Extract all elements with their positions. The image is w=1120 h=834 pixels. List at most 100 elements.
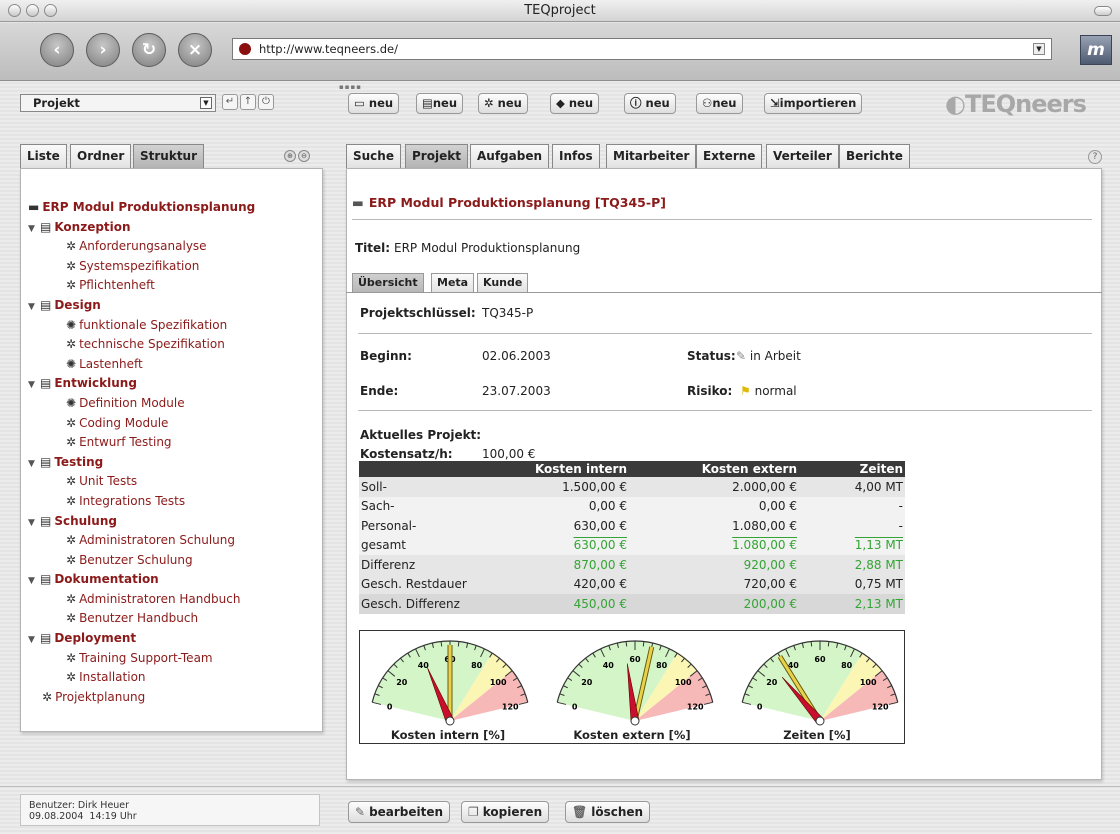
tree-item[interactable]: ▬ ERP Modul Produktionsplanung xyxy=(28,198,318,218)
tree-item-label: Coding Module xyxy=(79,415,169,430)
up-arrow-icon[interactable]: ↑ xyxy=(240,94,256,110)
diamond-icon: ◆ xyxy=(556,96,565,110)
new-task-button[interactable]: ✲ neu xyxy=(478,93,528,114)
tree-item[interactable]: ✲ Benutzer Handbuch xyxy=(28,609,318,629)
table-cell: 2,88 MT xyxy=(799,555,905,575)
collapse-all-icon[interactable]: ⊖ xyxy=(298,150,310,162)
address-bar[interactable]: http://www.teqneers.de/ ▼ xyxy=(232,38,1052,60)
table-cell: Differenz xyxy=(359,555,479,575)
new-folder-button[interactable]: ▭ neu xyxy=(348,93,400,114)
project-heading: ▬ ERP Modul Produktionsplanung [TQ345-P] xyxy=(352,195,666,210)
new-person-button[interactable]: ⚇neu xyxy=(696,93,743,114)
tab-liste[interactable]: Liste xyxy=(20,144,67,168)
tree-item[interactable]: ▼ ▤ Konzeption xyxy=(28,218,318,238)
tab-verteiler[interactable]: Verteiler xyxy=(766,144,839,168)
new-milestone-button[interactable]: ◆ neu xyxy=(550,93,600,114)
disclosure-triangle-icon[interactable]: ▼ xyxy=(28,572,40,592)
zoom-window-icon[interactable] xyxy=(44,4,57,17)
tree-item[interactable]: ✺ Lastenheft xyxy=(28,355,318,375)
tree-item[interactable]: ▼ ▤ Deployment xyxy=(28,629,318,649)
tree-item[interactable]: ✲ Entwurf Testing xyxy=(28,433,318,453)
gauge-tick-label: 100 xyxy=(860,678,877,687)
status-label: Status: xyxy=(687,349,736,363)
tree-item[interactable]: ✲ Benutzer Schulung xyxy=(28,551,318,571)
tab-mitarbeiter[interactable]: Mitarbeiter xyxy=(606,144,697,168)
tree-item[interactable]: ✺ funktionale Spezifikation xyxy=(28,316,318,336)
import-label: importieren xyxy=(779,96,857,110)
tree-item[interactable]: ✲ Integrations Tests xyxy=(28,492,318,512)
disclosure-triangle-icon[interactable]: ▼ xyxy=(28,455,40,475)
tree-item[interactable]: ✲ technische Spezifikation xyxy=(28,335,318,355)
gears-icon: ✺ xyxy=(66,395,77,410)
tree-item[interactable]: ✲ Administratoren Handbuch xyxy=(28,590,318,610)
tree-item[interactable]: ✲ Unit Tests xyxy=(28,472,318,492)
gauge-hub xyxy=(815,716,825,726)
tab-suche[interactable]: Suche xyxy=(346,144,401,168)
tree-item[interactable]: ✲ Systemspezifikation xyxy=(28,257,318,277)
tree-item[interactable]: ✲ Coding Module xyxy=(28,414,318,434)
copy-button[interactable]: ❐ kopieren xyxy=(461,801,550,823)
tree-item[interactable]: ▼ ▤ Schulung xyxy=(28,512,318,532)
document-icon: ▤ xyxy=(40,631,52,646)
tab-struktur[interactable]: Struktur xyxy=(133,144,205,168)
toolbar-toggle-icon[interactable] xyxy=(1094,6,1112,16)
minimize-window-icon[interactable] xyxy=(26,4,39,17)
tab-infos[interactable]: Infos xyxy=(552,144,600,168)
table-cell: Gesch. Restdauer xyxy=(359,574,479,594)
edit-button[interactable]: ✎ bearbeiten xyxy=(348,801,451,823)
ende-value: 23.07.2003 xyxy=(482,384,551,398)
tree-item[interactable]: ✲ Administratoren Schulung xyxy=(28,531,318,551)
reload-icon[interactable]: ↻ xyxy=(132,33,166,67)
return-icon[interactable]: ↵ xyxy=(222,94,238,110)
delete-button[interactable]: 🗑 löschen xyxy=(565,801,651,823)
gears-icon: ✺ xyxy=(66,317,77,332)
tab-aufgaben[interactable]: Aufgaben xyxy=(470,144,550,168)
forward-icon[interactable]: › xyxy=(86,33,120,67)
gauge-tick xyxy=(810,641,813,647)
tree-item[interactable]: ▼ ▤ Dokumentation xyxy=(28,570,318,590)
gear-icon: ✲ xyxy=(66,239,77,254)
cell-value: 4,00 MT xyxy=(854,479,903,494)
gauge-hub xyxy=(630,716,640,726)
disclosure-triangle-icon[interactable]: ▼ xyxy=(28,514,40,534)
disclosure-triangle-icon[interactable]: ▼ xyxy=(28,376,40,396)
tree-item-label: Schulung xyxy=(54,513,117,528)
table-cell: 2.000,00 € xyxy=(629,477,799,497)
subtab-meta[interactable]: Meta xyxy=(431,273,475,292)
tab-projekt[interactable]: Projekt xyxy=(405,144,468,168)
subtab-kunde[interactable]: Kunde xyxy=(477,273,529,292)
disclosure-triangle-icon[interactable]: ▼ xyxy=(28,220,40,240)
url-dropdown-icon[interactable]: ▼ xyxy=(1033,43,1045,55)
tree-item[interactable]: ▼ ▤ Entwicklung xyxy=(28,374,318,394)
tree-item[interactable]: ▼ ▤ Design xyxy=(28,296,318,316)
toolbar-grip-icon[interactable]: ▪▪▪▪ xyxy=(339,83,362,91)
tree-item[interactable]: ✲ Installation xyxy=(28,668,318,688)
tree-item[interactable]: ✲ Anforderungsanalyse xyxy=(28,237,318,257)
tree-item[interactable]: ✲ Pflichtenheft xyxy=(28,276,318,296)
tree-item-label: Benutzer Handbuch xyxy=(79,611,199,626)
tree-item[interactable]: ✲ Projektplanung xyxy=(28,688,318,708)
stop-icon[interactable]: × xyxy=(178,33,212,67)
new-info-button[interactable]: ⓘ neu xyxy=(624,93,676,114)
new-document-button[interactable]: ▤neu xyxy=(416,93,464,114)
gear-icon: ✲ xyxy=(66,435,77,450)
project-select[interactable]: Projekt ▼ xyxy=(20,94,216,112)
disclosure-triangle-icon[interactable]: ▼ xyxy=(28,631,40,651)
tree-item[interactable]: ✲ Training Support-Team xyxy=(28,649,318,669)
tree-item[interactable]: ✺ Definition Module xyxy=(28,394,318,414)
expand-all-icon[interactable]: ⊕ xyxy=(284,150,296,162)
close-window-icon[interactable] xyxy=(8,4,21,17)
tab-externe[interactable]: Externe xyxy=(696,144,763,168)
gauge: 020406080100120 xyxy=(371,640,529,726)
table-cell: - xyxy=(799,496,905,516)
help-icon[interactable]: ? xyxy=(1088,150,1102,164)
gear-icon: ✲ xyxy=(66,474,77,489)
import-button[interactable]: ⇲importieren xyxy=(764,93,863,114)
disclosure-triangle-icon[interactable]: ▼ xyxy=(28,298,40,318)
power-icon[interactable]: ⏻ xyxy=(258,94,274,110)
back-icon[interactable]: ‹ xyxy=(40,33,74,67)
tab-berichte[interactable]: Berichte xyxy=(839,144,910,168)
subtab-uebersicht[interactable]: Übersicht xyxy=(352,273,424,292)
tree-item[interactable]: ▼ ▤ Testing xyxy=(28,453,318,473)
tab-ordner[interactable]: Ordner xyxy=(70,144,132,168)
